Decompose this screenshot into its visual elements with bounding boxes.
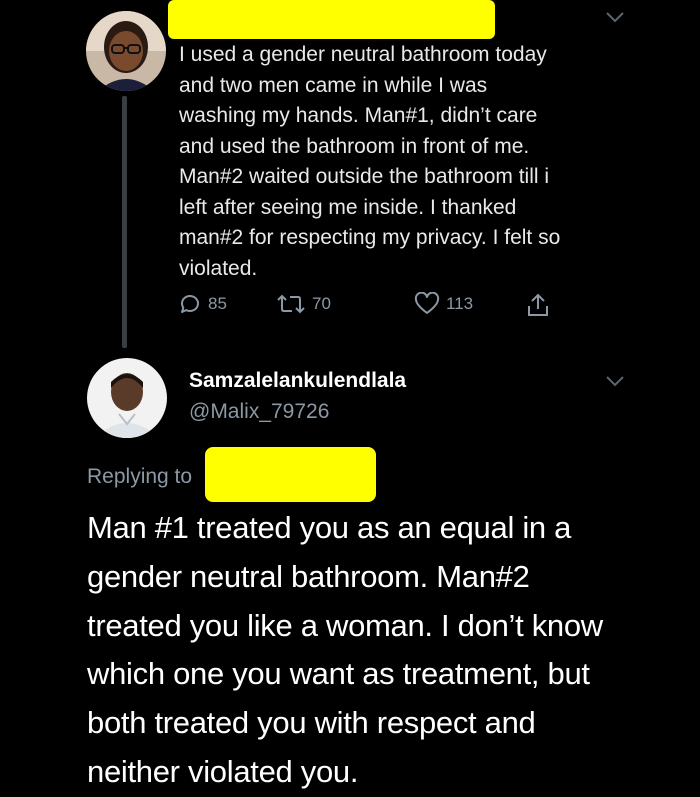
like-action[interactable]: 113 [414, 292, 473, 316]
retweet-icon [277, 294, 305, 314]
share-icon [528, 293, 548, 316]
reply-handle[interactable]: @Malix_79726 [189, 400, 329, 424]
retweet-action[interactable]: 70 [276, 292, 331, 316]
reply-count: 85 [208, 294, 227, 313]
thread-connector-line [122, 96, 127, 348]
retweet-count: 70 [312, 294, 331, 313]
reply-tweet-text: Man #1 treated you as an equal in a gend… [87, 510, 603, 789]
original-tweet-text: I used a gender neutral bathroom today a… [179, 43, 561, 280]
redacted-replied-user [205, 447, 376, 502]
like-count: 113 [446, 294, 474, 313]
like-icon [414, 292, 440, 314]
original-author-avatar[interactable] [86, 11, 166, 91]
share-action[interactable] [526, 292, 550, 318]
redacted-author-name [168, 0, 495, 39]
reply-action[interactable]: 85 [178, 292, 227, 316]
chevron-down-icon[interactable] [604, 10, 626, 29]
replying-to-label: Replying to [87, 465, 193, 488]
reply-author-avatar[interactable] [87, 358, 167, 438]
reply-icon [181, 295, 199, 313]
reply-display-name[interactable]: Samzalelankulendlala [189, 369, 406, 393]
chevron-down-icon[interactable] [604, 374, 626, 393]
tweet-action-bar: 85 70 113 [178, 292, 578, 320]
